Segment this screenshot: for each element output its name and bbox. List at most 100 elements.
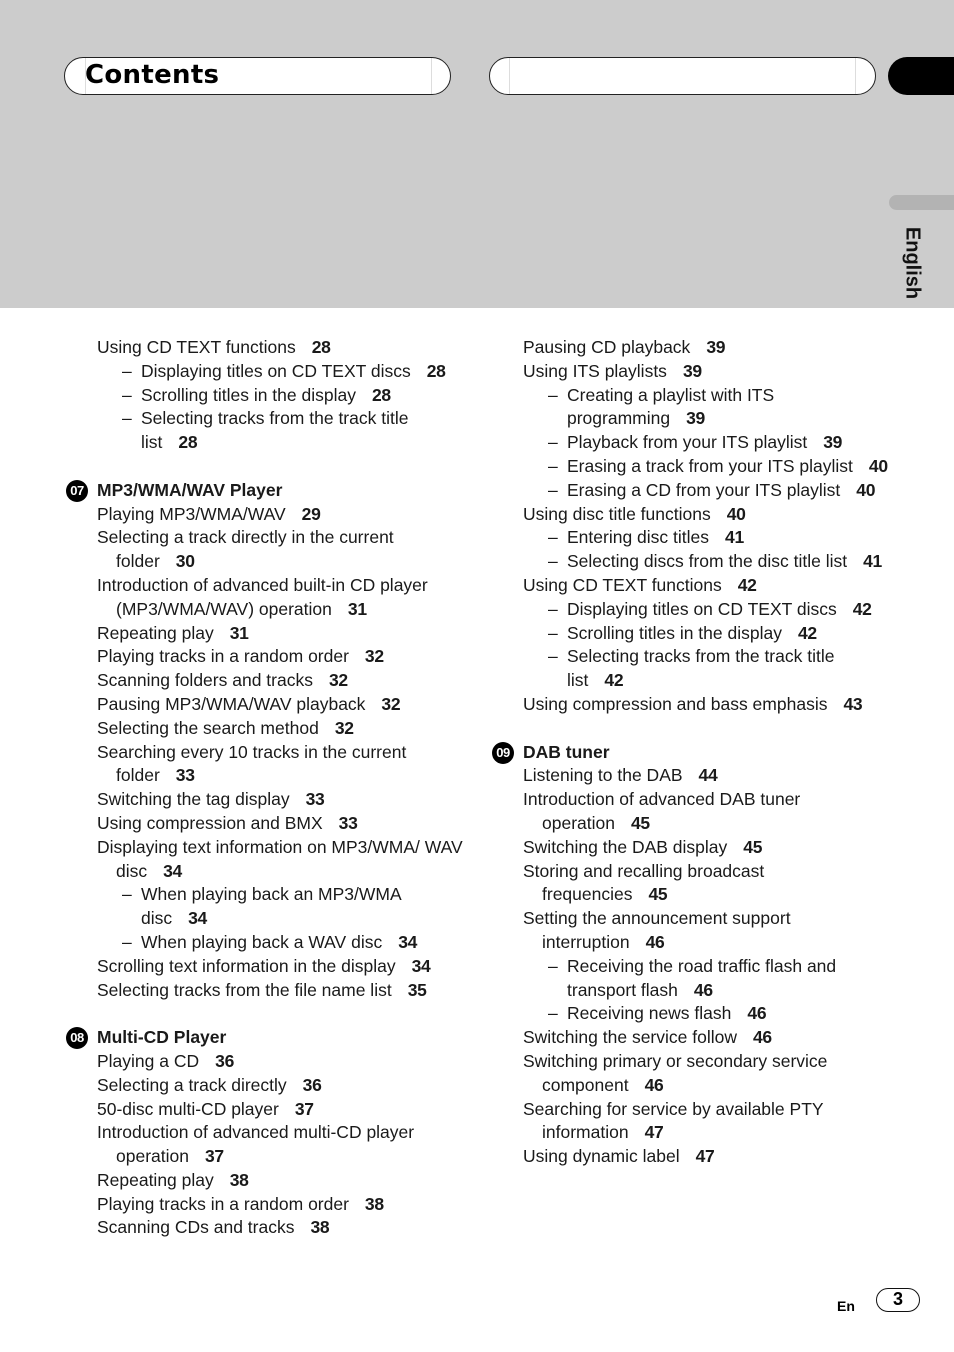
toc-entry[interactable]: Searching every 10 tracks in the current…: [64, 741, 464, 789]
toc-entry[interactable]: Switching primary or secondary service c…: [490, 1050, 890, 1098]
toc-entry[interactable]: Using compression and BMX 33: [64, 812, 464, 836]
toc-entry[interactable]: Playing MP3/WMA/WAV 29: [64, 503, 464, 527]
entry-title: Introduction of advanced DAB tuner opera…: [523, 789, 801, 833]
toc-subentry[interactable]: – Scrolling titles in the display 42: [490, 622, 890, 646]
toc-entry[interactable]: Using dynamic label 47: [490, 1145, 890, 1169]
toc-subentry[interactable]: – Entering disc titles 41: [490, 526, 890, 550]
entry-page-number: 32: [364, 646, 384, 667]
entry-title: Pausing CD playback: [523, 337, 691, 357]
toc-entry[interactable]: Using CD TEXT functions 42: [490, 574, 890, 598]
entry-page-number: 40: [726, 503, 746, 524]
entry-title: Using dynamic label: [523, 1146, 680, 1167]
entry-page-number: 39: [682, 360, 702, 381]
entry-title: Using CD TEXT functions: [523, 574, 722, 595]
toc-entry[interactable]: Pausing MP3/WMA/WAV playback 32: [64, 693, 464, 717]
entry-page-number: 46: [693, 979, 713, 1000]
toc-entry[interactable]: Using ITS playlists 39: [490, 360, 890, 384]
entry-page-number: 46: [645, 931, 665, 952]
entry-page-number: 28: [311, 337, 331, 357]
toc-entry[interactable]: Selecting a track directly 36: [64, 1074, 464, 1098]
toc-entry[interactable]: Using compression and bass emphasis 43: [490, 693, 890, 717]
toc-entry[interactable]: Switching the service follow 46: [490, 1026, 890, 1050]
entry-page-number: 30: [175, 551, 195, 572]
toc-subentry[interactable]: – Creating a playlist with ITS programmin…: [490, 384, 890, 432]
dash-bullet-icon: –: [548, 527, 558, 548]
toc-entry[interactable]: Using disc title functions 40: [490, 503, 890, 527]
page-number: 3: [876, 1288, 920, 1312]
section-heading[interactable]: 09 DAB tuner: [490, 741, 890, 765]
entry-page-number: 34: [188, 908, 207, 929]
toc-subentry[interactable]: – When playing back a WAV disc 34: [64, 931, 464, 955]
entry-title: Searching every 10 tracks in the current…: [97, 741, 407, 786]
toc-entry[interactable]: Selecting the search method 32: [64, 717, 464, 741]
entry-title: Entering disc titles: [567, 527, 710, 548]
toc-entry[interactable]: 50-disc multi-CD player 37: [64, 1098, 464, 1122]
toc-entry[interactable]: Scrolling text information in the displa…: [64, 955, 464, 979]
section-heading[interactable]: 07 MP3/WMA/WAV Player: [64, 479, 464, 503]
section-marker-tab: [888, 57, 954, 95]
entry-title: Displaying titles on CD TEXT discs: [141, 360, 411, 381]
entry-page-number: 36: [215, 1050, 235, 1071]
toc-entry[interactable]: Storing and recalling broadcast frequenc…: [490, 860, 890, 908]
section-heading[interactable]: 08 Multi-CD Player: [64, 1026, 464, 1050]
dash-bullet-icon: –: [548, 598, 558, 619]
dash-bullet-icon: –: [548, 551, 558, 572]
toc-entry[interactable]: Playing tracks in a random order 38: [64, 1193, 464, 1217]
toc-subentry[interactable]: – Displaying titles on CD TEXT discs 28: [64, 360, 464, 384]
toc-entry[interactable]: Pausing CD playback 39: [490, 336, 890, 360]
toc-entry[interactable]: Introduction of advanced DAB tuner opera…: [490, 788, 890, 836]
toc-entry[interactable]: Introduction of advanced built-in CD pla…: [64, 574, 464, 622]
toc-entry[interactable]: Selecting tracks from the file name list…: [64, 979, 464, 1003]
language-tab-label: English: [901, 226, 924, 300]
dash-bullet-icon: –: [548, 646, 558, 667]
toc-entry[interactable]: Searching for service by available PTY i…: [490, 1098, 890, 1146]
toc-subentry[interactable]: – Receiving news flash 46: [490, 1002, 890, 1026]
toc-entry[interactable]: Playing tracks in a random order 32: [64, 645, 464, 669]
entry-page-number: 44: [698, 765, 718, 786]
toc-entry[interactable]: Displaying text information on MP3/WMA/ …: [64, 836, 464, 884]
toc-entry[interactable]: Repeating play 31: [64, 622, 464, 646]
entry-title: Introduction of advanced built-in CD pla…: [97, 574, 428, 619]
entry-title: Repeating play: [97, 622, 214, 643]
toc-entry[interactable]: Introduction of advanced multi-CD player…: [64, 1121, 464, 1169]
toc-entry[interactable]: Scanning CDs and tracks 38: [64, 1216, 464, 1240]
toc-entry[interactable]: Switching the DAB display 45: [490, 836, 890, 860]
entry-page-number: 37: [204, 1146, 224, 1167]
toc-subentry[interactable]: – Selecting tracks from the track title l…: [64, 407, 464, 455]
entry-page-number: 28: [426, 360, 446, 381]
entry-title: Switching the DAB display: [523, 836, 728, 857]
toc-subentry[interactable]: – Erasing a CD from your ITS playlist 40: [490, 479, 890, 503]
dash-bullet-icon: –: [122, 931, 132, 952]
toc-subentry[interactable]: – When playing back an MP3/WMA disc 34: [64, 883, 464, 931]
entry-title: Playing a CD: [97, 1050, 200, 1071]
toc-subentry[interactable]: – Selecting discs from the disc title lis…: [490, 550, 890, 574]
toc-entry[interactable]: Repeating play 38: [64, 1169, 464, 1193]
dash-bullet-icon: –: [122, 360, 132, 381]
toc-subentry[interactable]: – Erasing a track from your ITS playlist 4…: [490, 455, 890, 479]
toc-entry[interactable]: Listening to the DAB 44: [490, 764, 890, 788]
dash-bullet-icon: –: [548, 479, 558, 500]
dash-bullet-icon: –: [548, 432, 558, 453]
toc-subentry[interactable]: – Selecting tracks from the track title l…: [490, 645, 890, 693]
toc-entry[interactable]: Setting the announcement support interru…: [490, 907, 890, 955]
toc-entry[interactable]: Using CD TEXT functions 28: [64, 336, 464, 360]
toc-entry[interactable]: Playing a CD 36: [64, 1050, 464, 1074]
language-tab-marker: [889, 195, 954, 210]
entry-page-number: 28: [371, 384, 391, 405]
toc-entry[interactable]: Scanning folders and tracks 32: [64, 669, 464, 693]
toc-subentry[interactable]: – Receiving the road traffic flash and tr…: [490, 955, 890, 1003]
entry-page-number: 38: [229, 1169, 249, 1190]
toc-subentry[interactable]: – Displaying titles on CD TEXT discs 42: [490, 598, 890, 622]
toc-subentry[interactable]: – Scrolling titles in the display 28: [64, 384, 464, 408]
entry-page-number: 41: [863, 551, 882, 572]
toc-entry[interactable]: Switching the tag display 33: [64, 788, 464, 812]
toc-entry[interactable]: Selecting a track directly in the curren…: [64, 526, 464, 574]
entry-title: Scanning folders and tracks: [97, 670, 313, 691]
entry-title: Using compression and BMX: [97, 812, 323, 833]
page-title: Contents: [85, 60, 220, 90]
entry-page-number: 34: [411, 955, 431, 976]
entry-page-number: 47: [695, 1146, 715, 1167]
section-number-badge: 09: [492, 741, 514, 764]
toc-subentry[interactable]: – Playback from your ITS playlist 39: [490, 431, 890, 455]
entry-title: Switching the service follow: [523, 1027, 737, 1048]
